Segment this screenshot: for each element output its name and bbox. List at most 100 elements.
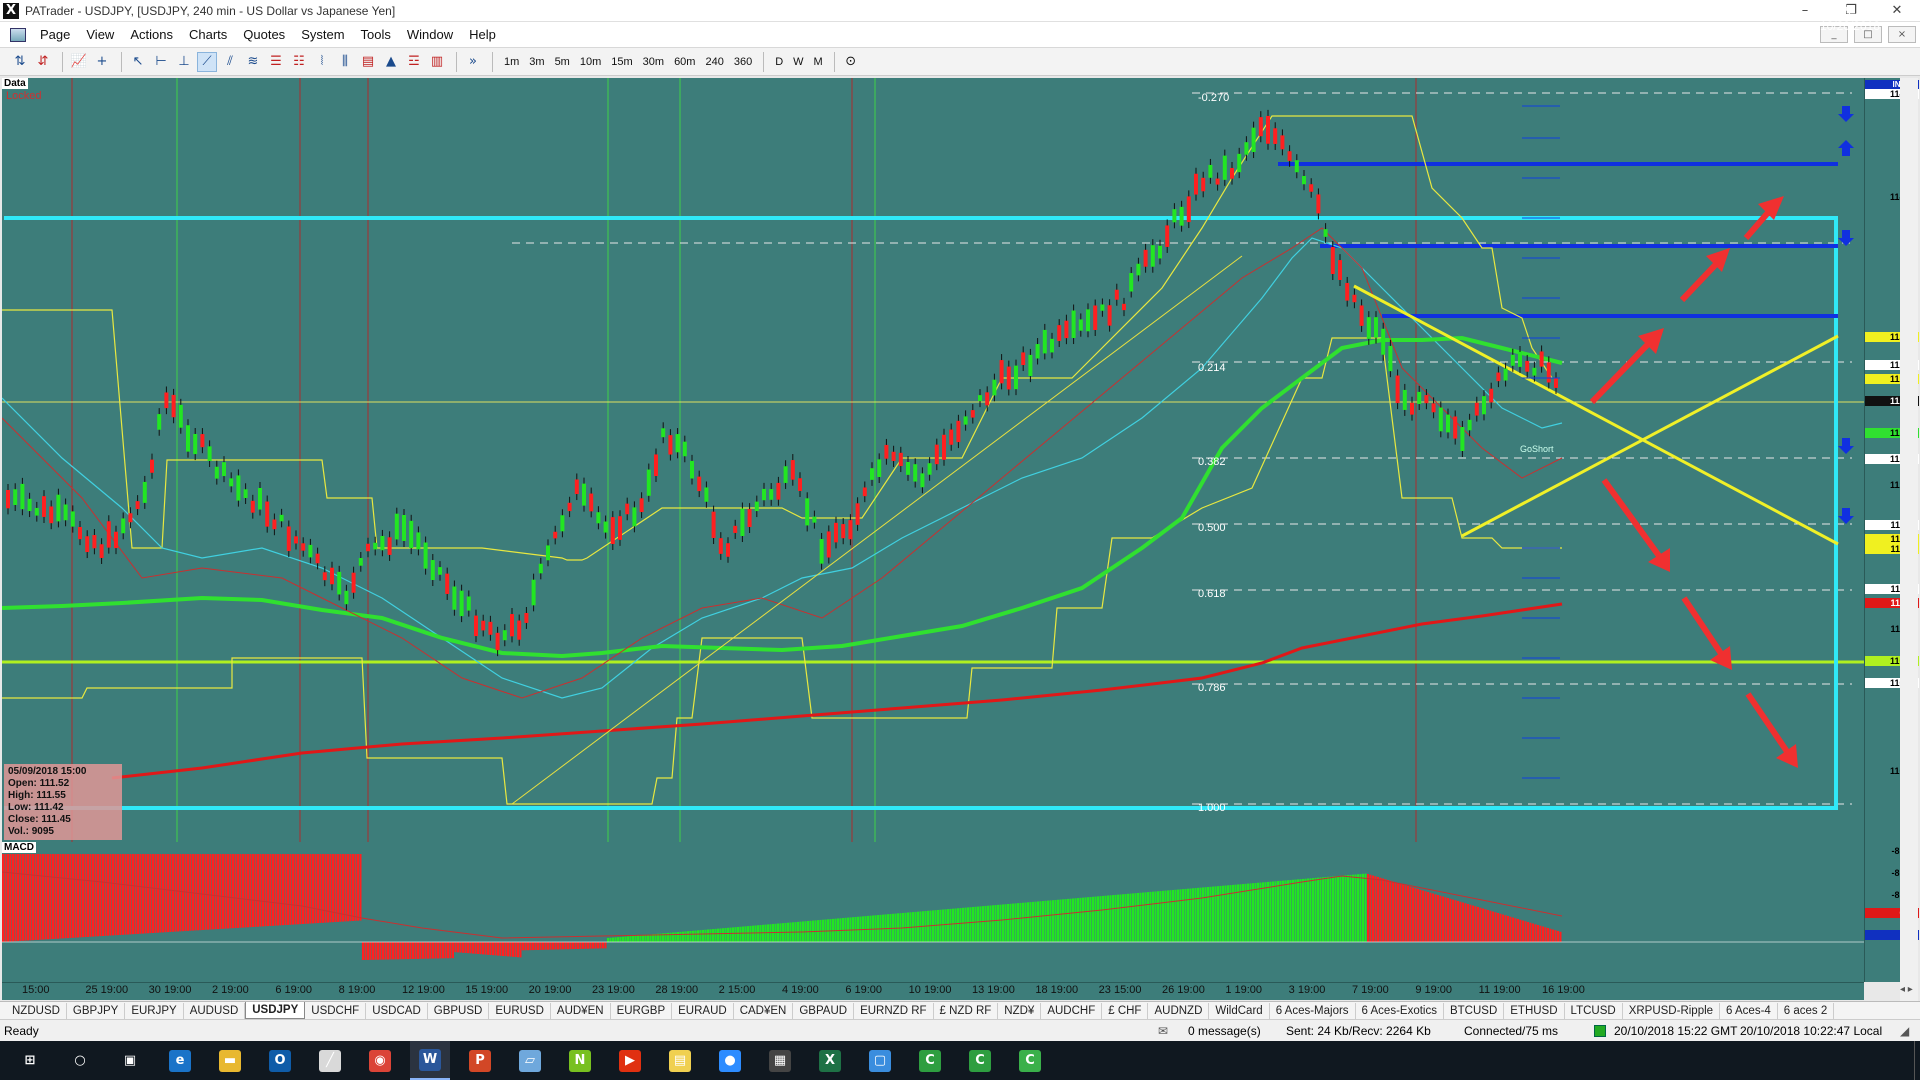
symbol-tab[interactable]: BTCUSD (1444, 1002, 1505, 1019)
zoom-out-icon[interactable]: ⇵ (33, 52, 53, 72)
symbol-tab[interactable]: XRPUSD-Ripple (1623, 1002, 1721, 1019)
excel-icon[interactable]: X (810, 1041, 850, 1080)
scroll-left-arrow[interactable]: ◂ ▸ (1900, 984, 1913, 995)
symbol-tab[interactable]: £ NZD RF (934, 1002, 999, 1019)
camtasia-recorder-icon[interactable]: C (960, 1041, 1000, 1080)
show-desktop-button[interactable] (1914, 1041, 1920, 1080)
outlook-icon[interactable]: O (260, 1041, 300, 1080)
edge-icon[interactable]: e (160, 1041, 200, 1080)
symbol-tab[interactable]: USDJPY (245, 1002, 306, 1019)
symbol-tab[interactable]: EURNZD RF (854, 1002, 934, 1019)
timeframe-60m[interactable]: 60m (669, 56, 700, 68)
time-axis[interactable]: 15:00 25 19:00 30 19:00 2 19:00 6 19:00 8 19:… (2, 982, 1864, 1000)
symbol-tab[interactable]: USDCHF (305, 1002, 367, 1019)
symbol-tab[interactable]: EURGBP (611, 1002, 673, 1019)
powerpoint-icon[interactable]: P (460, 1041, 500, 1080)
menu-quotes[interactable]: Quotes (235, 27, 293, 42)
cortana-icon[interactable]: ○ (60, 1041, 100, 1080)
fibonacci-expansion-icon[interactable]: ⦚ (312, 52, 332, 72)
document-icon[interactable] (10, 27, 26, 42)
word-icon[interactable]: W (410, 1041, 450, 1080)
pitchfork-icon[interactable]: ▥ (427, 52, 447, 72)
mdi-close-button[interactable]: × (1888, 26, 1916, 43)
symbol-tab[interactable]: 6 Aces-Majors (1270, 1002, 1356, 1019)
menu-window[interactable]: Window (399, 27, 461, 42)
symbol-tab[interactable]: 6 aces 2 (1778, 1002, 1835, 1019)
swift-icon[interactable]: ▶ (610, 1041, 650, 1080)
text-icon[interactable]: ▲ (381, 52, 401, 72)
symbol-tab[interactable]: WildCard (1209, 1002, 1270, 1019)
zoom-icon[interactable]: ● (710, 1041, 750, 1080)
menu-actions[interactable]: Actions (122, 27, 181, 42)
symbol-tab[interactable]: EURAUD (672, 1002, 734, 1019)
zoom-in-icon[interactable]: ⇅ (10, 52, 30, 72)
chrome-icon[interactable]: ◉ (360, 1041, 400, 1080)
pointer-icon[interactable]: ↖ (128, 52, 148, 72)
timeframe-3m[interactable]: 3m (524, 56, 549, 68)
vertical-scrollbar[interactable]: ◂ ▸ (1900, 78, 1918, 1002)
notes-icon[interactable]: ▱ (510, 1041, 550, 1080)
remote-desktop-icon[interactable]: ▢ (860, 1041, 900, 1080)
channel-icon[interactable]: ⫽ (220, 52, 240, 72)
symbol-tab[interactable]: AUDCHF (1041, 1002, 1103, 1019)
patrader-icon[interactable]: ╱ (310, 1041, 350, 1080)
symbol-tab[interactable]: EURUSD (489, 1002, 551, 1019)
symbol-tab[interactable]: AUD¥EN (551, 1002, 611, 1019)
menu-system[interactable]: System (293, 27, 352, 42)
symbol-tab[interactable]: AUDNZD (1148, 1002, 1210, 1019)
horizontal-line-icon[interactable]: ⊢ (151, 52, 171, 72)
trend-line-icon[interactable]: ⟋ (197, 51, 217, 72)
camtasia-icon[interactable]: C (910, 1041, 950, 1080)
timeframe-daily[interactable]: D (770, 56, 788, 68)
timeframe-240[interactable]: 240 (700, 56, 728, 68)
timeframe-1m[interactable]: 1m (499, 56, 524, 68)
vertical-line-icon[interactable]: ⊥ (174, 52, 194, 72)
ninjatrader-icon[interactable]: N (560, 1041, 600, 1080)
task-view-icon[interactable]: ▣ (110, 1041, 150, 1080)
timeframe-monthly[interactable]: M (809, 56, 828, 68)
rectangle-icon[interactable]: ▤ (358, 52, 378, 72)
file-explorer-icon[interactable]: ▬ (210, 1041, 250, 1080)
price-chart[interactable]: Data Locked -0.270 0.214 0.382 0.500 0.6… (2, 78, 1864, 842)
timeframe-weekly[interactable]: W (788, 56, 808, 68)
timeframe-10m[interactable]: 10m (575, 56, 606, 68)
status-messages[interactable]: 0 message(s) (1188, 1024, 1261, 1038)
timeframe-15m[interactable]: 15m (606, 56, 637, 68)
macd-panel[interactable]: MACD (2, 842, 1864, 982)
fibonacci-timezones-icon[interactable]: ⫼ (335, 52, 355, 72)
price-scale[interactable]: INDEX 114.72 114.00 113.03 112.84 112.73… (1864, 78, 1919, 842)
symbol-tab[interactable]: GBPJPY (67, 1002, 126, 1019)
sticky-notes-icon[interactable]: ▤ (660, 1041, 700, 1080)
symbol-tab[interactable]: 6 Aces-Exotics (1356, 1002, 1444, 1019)
timeframe-360[interactable]: 360 (729, 56, 757, 68)
crosshair-icon[interactable]: + (92, 52, 112, 72)
symbol-tab[interactable]: AUDUSD (184, 1002, 246, 1019)
close-button[interactable]: ✕ (1874, 0, 1920, 22)
clock-icon[interactable]: ⊙ (841, 52, 861, 72)
symbol-tab[interactable]: NZD¥ (998, 1002, 1042, 1019)
windows-start-icon[interactable]: ⊞ (10, 1041, 50, 1080)
menu-tools[interactable]: Tools (353, 27, 399, 42)
symbol-tab[interactable]: EURJPY (125, 1002, 184, 1019)
camtasia-editor-icon[interactable]: C (1010, 1041, 1050, 1080)
symbol-tab[interactable]: GBPAUD (793, 1002, 855, 1019)
symbol-tab[interactable]: USDCAD (366, 1002, 428, 1019)
menu-view[interactable]: View (78, 27, 122, 42)
timeframe-30m[interactable]: 30m (638, 56, 669, 68)
more-icon[interactable]: » (463, 52, 483, 72)
symbol-tab[interactable]: ETHUSD (1504, 1002, 1565, 1019)
menu-page[interactable]: Page (32, 27, 78, 42)
timeframe-5m[interactable]: 5m (550, 56, 575, 68)
menu-charts[interactable]: Charts (181, 27, 235, 42)
symbol-tab[interactable]: CAD¥EN (734, 1002, 794, 1019)
symbol-tab[interactable]: GBPUSD (428, 1002, 490, 1019)
fibonacci-retracement-icon[interactable]: ☰ (266, 52, 286, 72)
system-clock[interactable]: 10:22 AM 10/20/2018 (1820, 4, 1880, 34)
fibonacci-levels-icon[interactable]: ☷ (289, 52, 309, 72)
symbol-tab[interactable]: NZDUSD (6, 1002, 67, 1019)
fibonacci-fan-icon[interactable]: ≋ (243, 52, 263, 72)
chart-type-icon[interactable]: 📈 (69, 52, 89, 72)
calculator-icon[interactable]: ▦ (760, 1041, 800, 1080)
menu-help[interactable]: Help (461, 27, 504, 42)
elliott-icon[interactable]: ☲ (404, 52, 424, 72)
